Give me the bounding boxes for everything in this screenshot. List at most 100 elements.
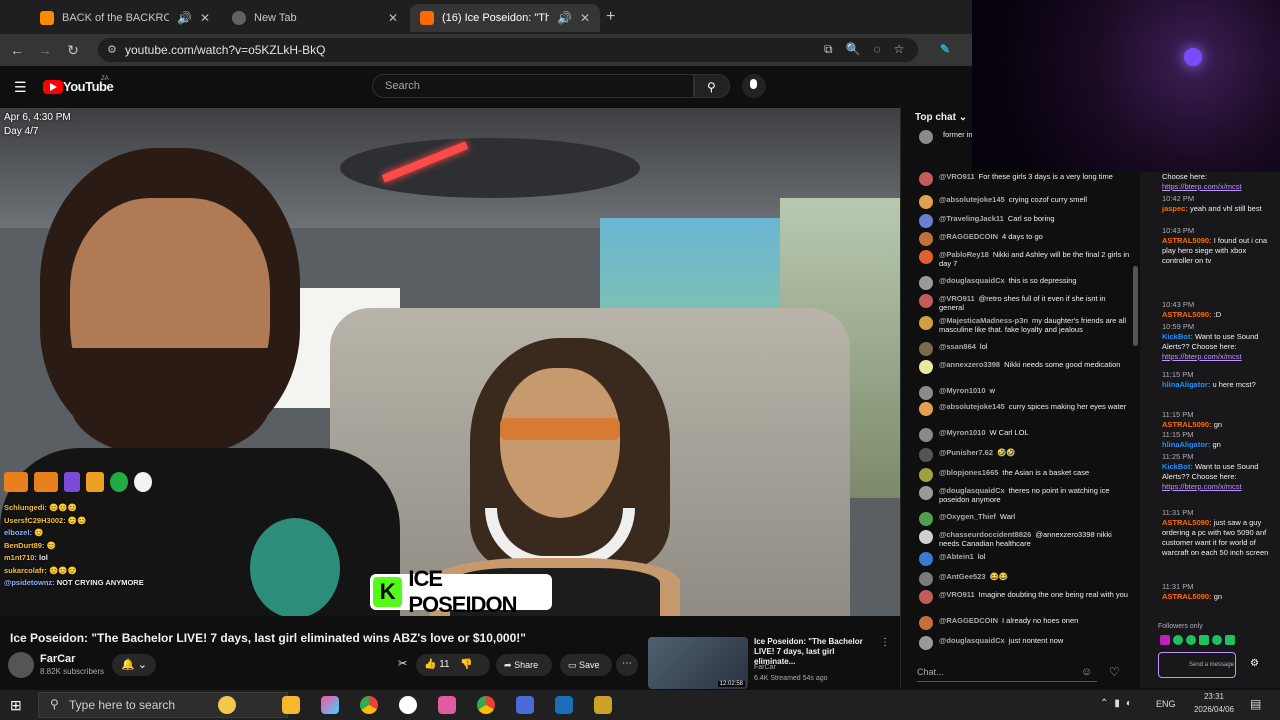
- chat-message[interactable]: @VRO911 For these girls 3 days is a very …: [919, 172, 1131, 186]
- browser-tab[interactable]: New Tab ✕: [222, 4, 408, 32]
- chat-link[interactable]: https://bterp.com/x/mcst: [1162, 482, 1276, 492]
- close-icon[interactable]: ✕: [580, 11, 590, 25]
- voice-search-button[interactable]: [742, 74, 766, 98]
- chat-message[interactable]: @MajesticaMadness-p3n my daughter's frien…: [919, 316, 1131, 334]
- avatar[interactable]: [919, 512, 933, 526]
- chat-message[interactable]: @chasseurdoccident8826 @annexzero3398 nik…: [919, 530, 1131, 548]
- avatar[interactable]: [919, 616, 933, 630]
- chat-author[interactable]: KickBot:: [1162, 462, 1193, 471]
- avatar[interactable]: [919, 530, 933, 544]
- twitch-chat-input[interactable]: Send a message: [1158, 652, 1236, 678]
- chat-message[interactable]: @Oxygen_Thief Warl: [919, 512, 1131, 526]
- toolbar-icons[interactable]: ⧉🔍◌☆: [824, 42, 917, 57]
- search-input[interactable]: Search: [372, 74, 694, 98]
- youtube-logo-icon[interactable]: [43, 80, 63, 94]
- chat-message[interactable]: @VRO911 @retro shes full of it even if sh…: [919, 294, 1131, 312]
- avatar[interactable]: [919, 130, 933, 144]
- share-button[interactable]: ➦ Share: [496, 654, 552, 676]
- search-button[interactable]: ⚲: [694, 74, 730, 98]
- chat-author[interactable]: ASTRAL5090:: [1162, 236, 1212, 245]
- sparkle-icon[interactable]: [218, 696, 236, 714]
- channel-name[interactable]: FarCar: [40, 653, 75, 665]
- site-info-icon[interactable]: ⚙: [107, 43, 117, 56]
- save-button[interactable]: ▭ Save: [560, 654, 612, 676]
- chat-message[interactable]: @Punisher7.62 🤣🤣: [919, 448, 1131, 462]
- chat-message[interactable]: @douglasquaidCx theres no point in watchi…: [919, 486, 1131, 504]
- close-icon[interactable]: ✕: [200, 11, 210, 25]
- chat-author[interactable]: ASTRAL5090:: [1162, 310, 1212, 319]
- clip-icon[interactable]: ✂: [398, 657, 407, 670]
- chat-message[interactable]: @blopjones1665 the Asian is a basket case: [919, 468, 1131, 482]
- system-tray-icons[interactable]: ⌃▮◐: [1100, 698, 1138, 709]
- related-video-title[interactable]: Ice Poseidon: "The Bachelor LIVE! 7 days…: [754, 637, 878, 667]
- chat-author[interactable]: @douglasquaidCx: [939, 636, 1005, 645]
- chat-message[interactable]: @absolutejoke145 crying cozof curry smell: [919, 195, 1131, 209]
- chat-author[interactable]: @Abtein1: [939, 552, 974, 561]
- new-tab-plus-icon[interactable]: +: [606, 8, 615, 26]
- chat-author[interactable]: KickBot:: [1162, 332, 1193, 341]
- avatar[interactable]: [919, 590, 933, 604]
- taskbar-search-input[interactable]: Type here to search: [38, 692, 288, 718]
- chat-author[interactable]: @chasseurdoccident8826: [939, 530, 1031, 539]
- chat-message[interactable]: @Myron1010 W Carl LOL: [919, 428, 1131, 442]
- avatar[interactable]: [919, 636, 933, 650]
- emote-bar[interactable]: [1160, 635, 1278, 645]
- hamburger-menu-icon[interactable]: ☰: [14, 79, 27, 96]
- avatar[interactable]: [919, 342, 933, 356]
- back-arrow-icon[interactable]: ←: [8, 41, 26, 59]
- chat-author[interactable]: ASTRAL5090:: [1162, 592, 1212, 601]
- clock-time[interactable]: 23:31: [1194, 692, 1234, 701]
- related-video-channel[interactable]: FarCar: [754, 664, 776, 671]
- chat-author[interactable]: @AntGee523: [939, 572, 986, 581]
- chat-message[interactable]: @RAGGEDCOIN 4 days to go: [919, 232, 1131, 246]
- avatar[interactable]: [919, 214, 933, 228]
- chat-message[interactable]: @absolutejoke145 curry spices making her …: [919, 402, 1131, 416]
- forward-arrow-icon[interactable]: →: [36, 41, 54, 59]
- like-dislike-button[interactable]: 👍 11 👎: [416, 654, 490, 676]
- avatar[interactable]: [919, 468, 933, 482]
- app-icon[interactable]: [321, 696, 339, 714]
- obs-icon[interactable]: [399, 696, 417, 714]
- file-explorer-icon[interactable]: [282, 696, 300, 714]
- avatar[interactable]: [919, 360, 933, 374]
- chat-author[interactable]: @Punisher7.62: [939, 448, 993, 457]
- speaker-icon[interactable]: 🔊: [177, 11, 192, 25]
- chat-author[interactable]: jaspec:: [1162, 204, 1188, 213]
- chat-message[interactable]: @PabloRey18 Nikki and Ashley will be the …: [919, 250, 1131, 268]
- chat-author[interactable]: ASTRAL5090:: [1162, 420, 1212, 429]
- chat-message[interactable]: @douglasquaidCx just nontent now: [919, 636, 1131, 650]
- avatar[interactable]: [919, 572, 933, 586]
- speaker-icon[interactable]: 🔊: [557, 11, 572, 25]
- avatar[interactable]: [919, 294, 933, 308]
- emoji-icon[interactable]: ☺: [1081, 666, 1092, 678]
- chat-author[interactable]: @blopjones1665: [939, 468, 998, 477]
- chat-author[interactable]: @Myron1010: [939, 428, 986, 437]
- avatar[interactable]: [919, 486, 933, 500]
- chrome-icon[interactable]: [360, 696, 378, 714]
- extension-icon[interactable]: ✎: [940, 42, 954, 56]
- reload-icon[interactable]: ↻: [64, 41, 82, 59]
- chrome-icon[interactable]: [477, 696, 495, 714]
- avatar[interactable]: [919, 316, 933, 330]
- chat-message[interactable]: @Abtein1 lol: [919, 552, 1131, 566]
- chat-message[interactable]: @RAGGEDCOIN I already no hoes onen: [919, 616, 1131, 630]
- more-options-icon[interactable]: ⋮: [880, 637, 890, 648]
- chat-author[interactable]: @VRO911: [939, 590, 975, 599]
- avatar[interactable]: [919, 276, 933, 290]
- chat-mode-dropdown[interactable]: Top chat ⌄: [915, 112, 967, 123]
- avatar[interactable]: [919, 250, 933, 264]
- browser-tab[interactable]: BACK of the BACKROOMS | 🔊 ✕: [30, 4, 220, 32]
- chat-message[interactable]: @Myron1010 w: [919, 386, 1131, 400]
- more-actions-icon[interactable]: ⋯: [616, 654, 638, 676]
- chat-author[interactable]: @absolutejoke145: [939, 195, 1005, 204]
- chat-author[interactable]: @RAGGEDCOIN: [939, 616, 998, 625]
- notification-icon[interactable]: ▤: [1250, 697, 1261, 711]
- chat-message[interactable]: @TravelingJack11 Carl so boring: [919, 214, 1131, 228]
- language-indicator[interactable]: ENG: [1156, 699, 1176, 709]
- url-text[interactable]: youtube.com/watch?v=o5KZLkH-BkQ: [125, 43, 325, 57]
- chat-message[interactable]: @ssan864 lol: [919, 342, 1131, 356]
- chat-author[interactable]: @VRO911: [939, 294, 975, 303]
- avatar[interactable]: [919, 172, 933, 186]
- related-video-thumbnail[interactable]: 12:02:58: [648, 637, 748, 689]
- chat-author[interactable]: @RAGGEDCOIN: [939, 232, 998, 241]
